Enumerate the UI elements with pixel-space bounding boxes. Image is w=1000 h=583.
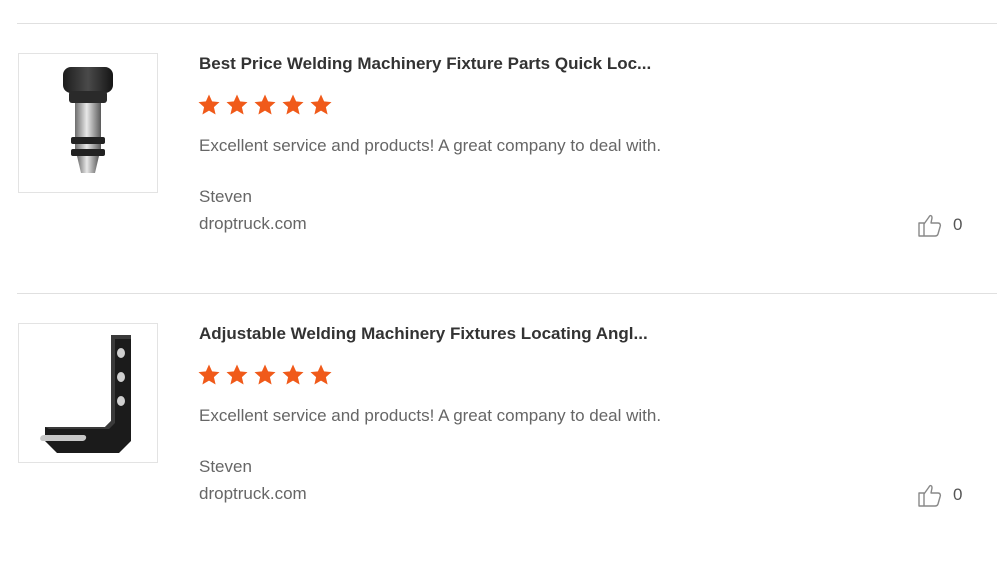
rating-stars: [197, 363, 333, 387]
product-title[interactable]: Best Price Welding Machinery Fixture Par…: [199, 53, 651, 75]
like-count: 0: [953, 215, 963, 234]
angle-bracket-image: [40, 335, 131, 453]
star-icon: [226, 364, 248, 385]
like-button[interactable]: 0: [917, 212, 962, 238]
like-button[interactable]: 0: [917, 482, 962, 508]
star-icon: [310, 94, 332, 115]
reviewer-site: droptruck.com: [199, 214, 307, 233]
review-item: Adjustable Welding Machinery Fixtures Lo…: [0, 323, 1000, 583]
review-item: Best Price Welding Machinery Fixture Par…: [0, 53, 1000, 313]
quick-lock-pin-image: [63, 67, 113, 173]
reviewer-name: Steven: [199, 187, 252, 206]
rating-stars: [197, 93, 333, 117]
star-icon: [198, 94, 220, 115]
thumbs-up-icon: [918, 214, 942, 237]
review-comment: Excellent service and products! A great …: [199, 136, 662, 155]
product-thumbnail[interactable]: [18, 53, 158, 193]
star-icon: [198, 364, 220, 385]
like-count: 0: [953, 485, 963, 504]
top-divider: [17, 23, 997, 24]
reviewer-name: Steven: [199, 457, 252, 476]
product-thumbnail[interactable]: [18, 323, 158, 463]
star-icon: [254, 94, 276, 115]
star-icon: [254, 364, 276, 385]
star-icon: [282, 94, 304, 115]
product-title[interactable]: Adjustable Welding Machinery Fixtures Lo…: [199, 323, 648, 345]
review-comment: Excellent service and products! A great …: [199, 406, 662, 425]
review-divider: [17, 293, 997, 294]
reviewer-site: droptruck.com: [199, 484, 307, 503]
star-icon: [282, 364, 304, 385]
thumbs-up-icon: [918, 484, 942, 507]
star-icon: [310, 364, 332, 385]
star-icon: [226, 94, 248, 115]
